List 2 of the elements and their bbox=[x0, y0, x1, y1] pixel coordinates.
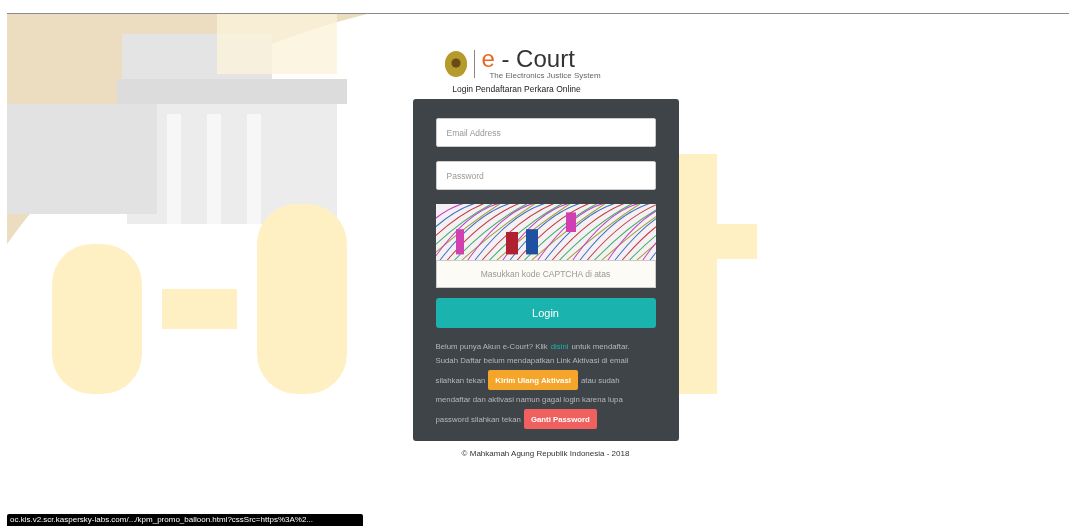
copyright-text: © Mahkamah Agung Republik Indonesia - 2018 bbox=[461, 449, 630, 458]
status-url: oc.kis.v2.scr.kaspersky-labs.com/.../kpm_promo_balloon.html?cssSrc=https%3A%2... bbox=[7, 514, 363, 526]
